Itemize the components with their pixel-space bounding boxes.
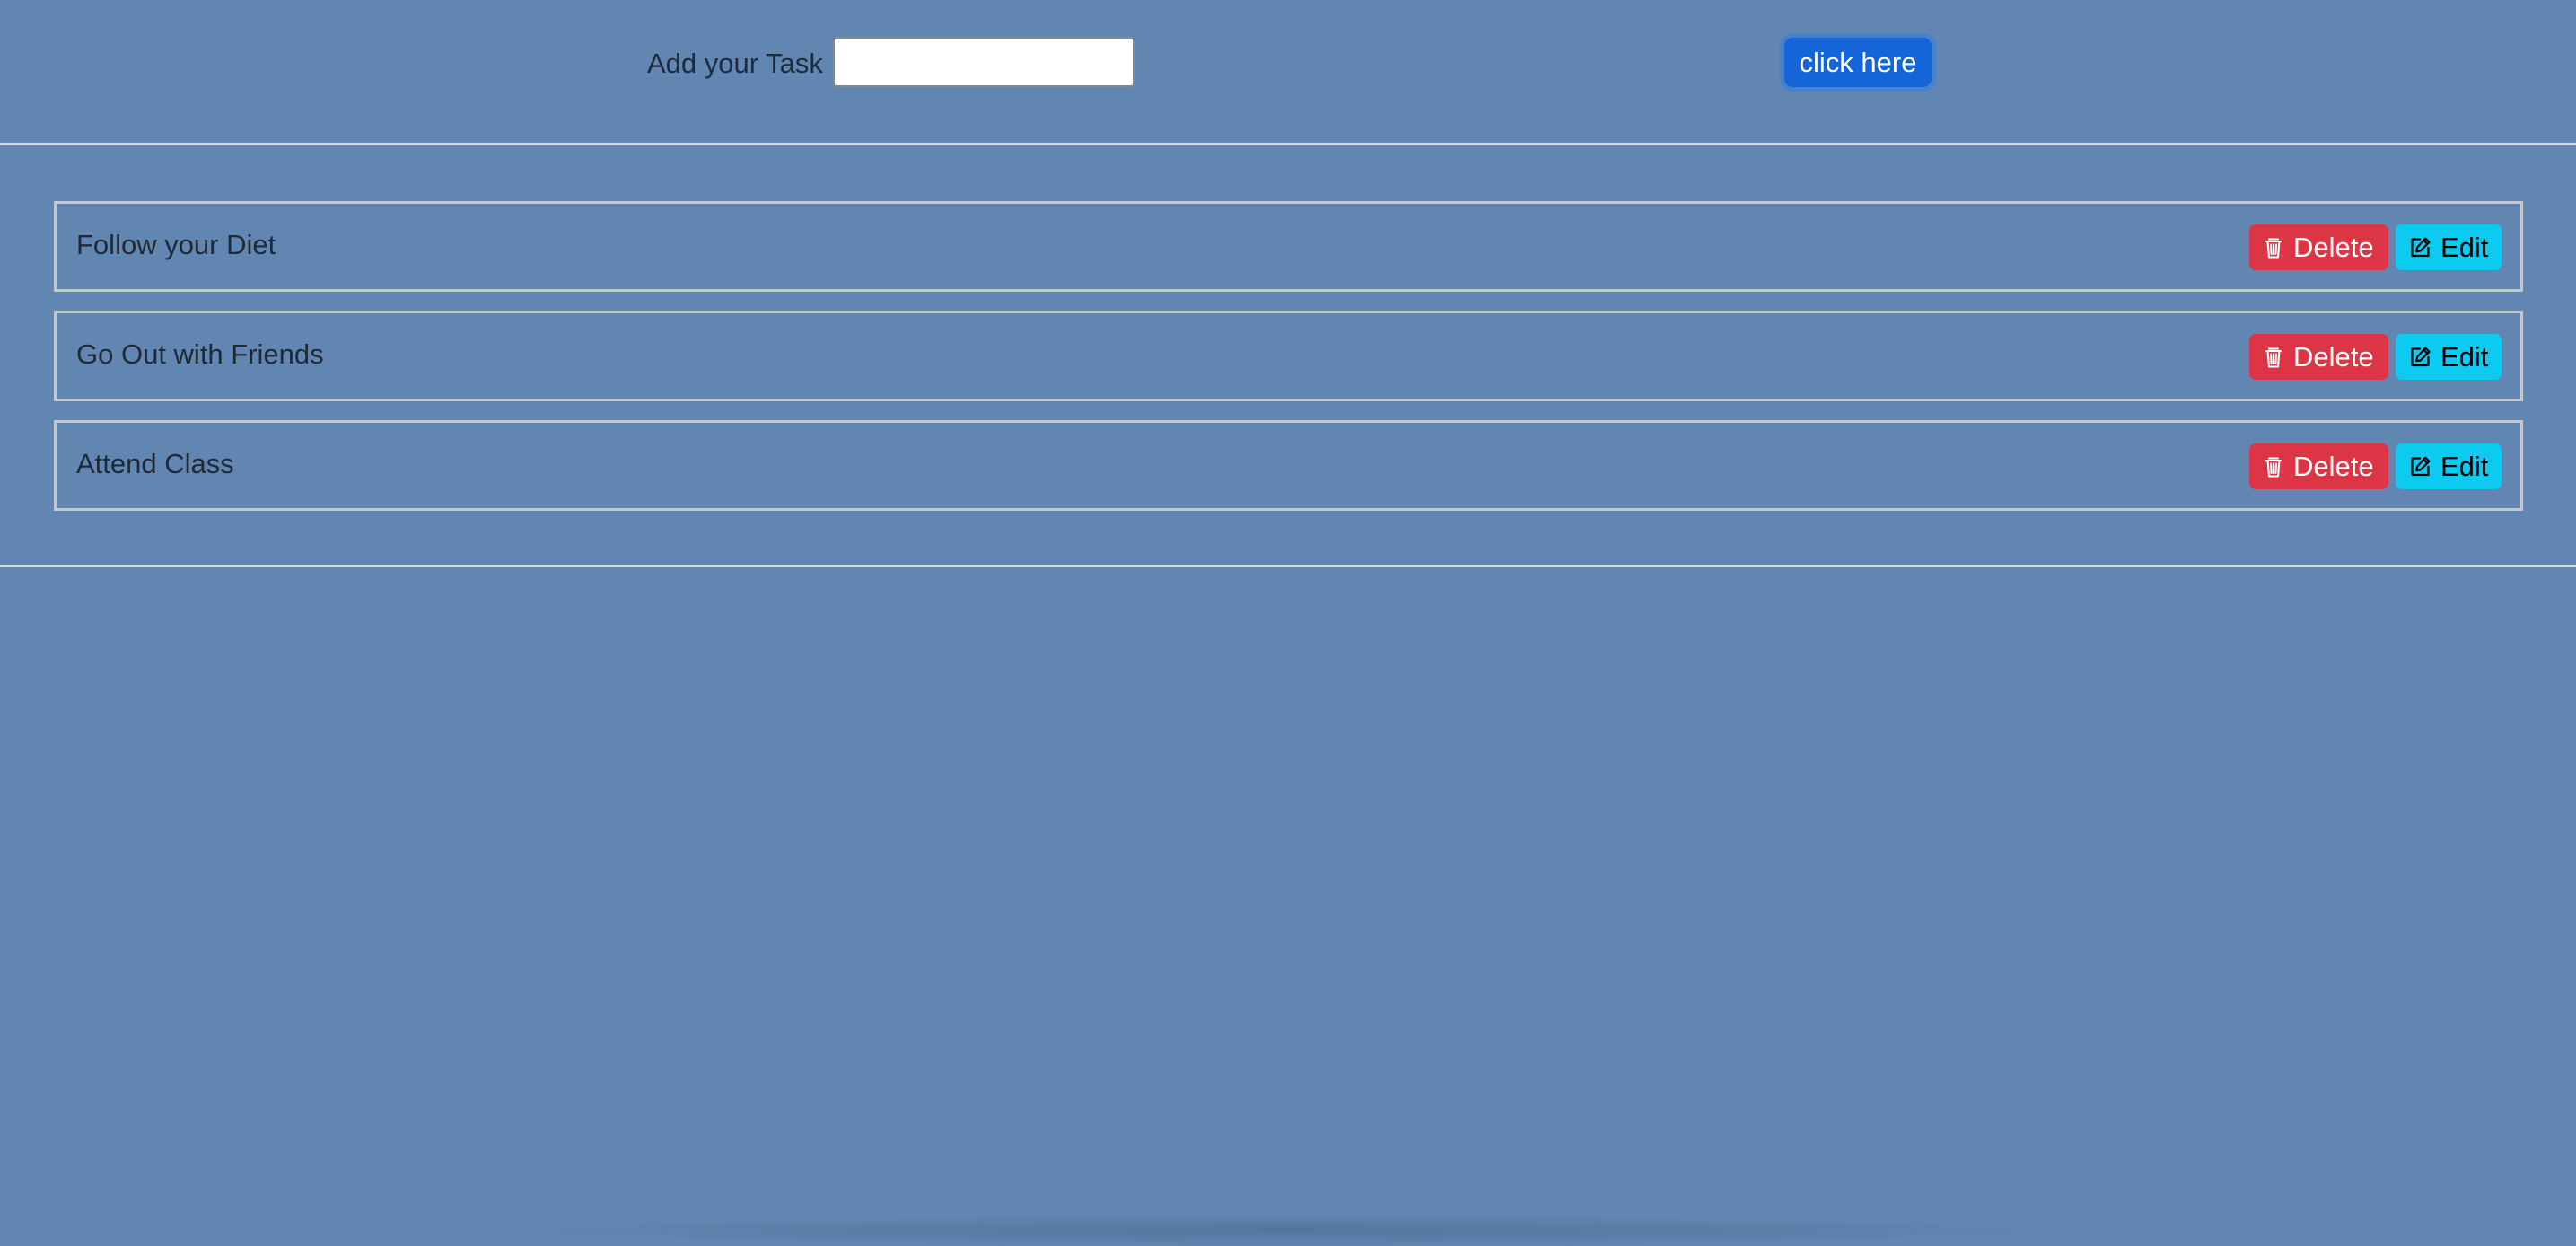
edit-button[interactable]: Edit — [2396, 334, 2502, 380]
task-entry-header: Add your Task click here — [0, 0, 2576, 144]
task-input[interactable] — [833, 37, 1135, 87]
trash-icon — [2265, 456, 2282, 478]
trash-icon — [2265, 347, 2282, 368]
bottom-shadow — [512, 1215, 2064, 1246]
trash-icon — [2265, 237, 2282, 259]
edit-icon — [2411, 347, 2431, 367]
edit-button-label: Edit — [2440, 340, 2489, 373]
task-text: Attend Class — [76, 448, 234, 479]
delete-button[interactable]: Delete — [2249, 224, 2388, 270]
add-task-label: Add your Task — [647, 48, 823, 79]
edit-button[interactable]: Edit — [2396, 443, 2502, 489]
task-item: Go Out with Friends Delete Edit — [54, 311, 2523, 401]
task-item: Follow your Diet Delete Edit — [54, 201, 2523, 292]
task-list: Follow your Diet Delete Edit Go Out with… — [54, 201, 2523, 530]
edit-icon — [2411, 237, 2431, 258]
task-text: Go Out with Friends — [76, 338, 324, 370]
task-actions: Delete Edit — [2249, 334, 2502, 380]
delete-button-label: Delete — [2293, 340, 2374, 373]
task-item: Attend Class Delete Edit — [54, 420, 2523, 511]
edit-button-label: Edit — [2440, 450, 2489, 482]
add-task-button[interactable]: click here — [1784, 38, 1932, 87]
delete-button-label: Delete — [2293, 231, 2374, 263]
edit-icon — [2411, 456, 2431, 477]
delete-button[interactable]: Delete — [2249, 334, 2388, 380]
task-text: Follow your Diet — [76, 229, 276, 260]
delete-button-label: Delete — [2293, 450, 2374, 482]
bottom-divider — [0, 565, 2576, 567]
delete-button[interactable]: Delete — [2249, 443, 2388, 489]
top-divider — [0, 143, 2576, 145]
task-actions: Delete Edit — [2249, 224, 2502, 270]
edit-button-label: Edit — [2440, 231, 2489, 263]
edit-button[interactable]: Edit — [2396, 224, 2502, 270]
task-actions: Delete Edit — [2249, 443, 2502, 489]
